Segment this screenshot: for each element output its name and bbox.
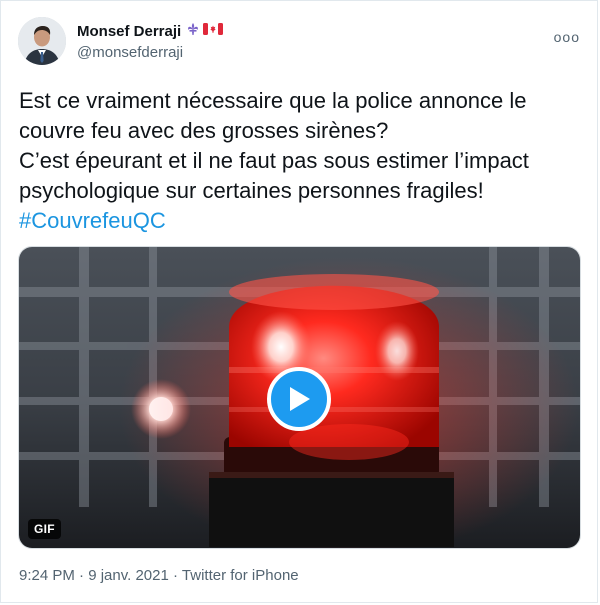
tweet-card: Monsef Derraji @monsefderraji ooo Est ce…: [0, 0, 598, 603]
play-icon: [290, 387, 310, 411]
more-icon: ooo: [553, 29, 580, 45]
tweet-text-line: psychologique sur certaines personnes fr…: [19, 178, 484, 203]
hashtag-link[interactable]: #CouvrefeuQC: [19, 206, 579, 236]
tweet-metadata: 9:24 PM · 9 janv. 2021 · Twitter for iPh…: [19, 567, 299, 584]
tweet-source[interactable]: Twitter for iPhone: [182, 567, 299, 584]
tweet-time[interactable]: 9:24 PM: [19, 567, 75, 584]
fleur-de-lis-flag-icon: [185, 22, 201, 40]
meta-separator: ·: [173, 567, 179, 584]
tweet-text-line: Est ce vraiment nécessaire que la police…: [19, 88, 527, 113]
tweet-text-line: couvre feu avec des grosses sirènes?: [19, 118, 389, 143]
author-name[interactable]: Monsef Derraji: [77, 23, 181, 40]
tweet-date[interactable]: 9 janv. 2021: [88, 567, 169, 584]
author-handle[interactable]: @monsefderraji: [77, 44, 183, 61]
avatar[interactable]: [18, 17, 66, 65]
tweet-text: Est ce vraiment nécessaire que la police…: [19, 86, 579, 236]
gif-badge: GIF: [28, 519, 61, 539]
play-button[interactable]: [267, 367, 331, 431]
canada-flag-icon: [203, 22, 224, 40]
meta-separator: ·: [79, 567, 85, 584]
gif-media[interactable]: GIF: [18, 246, 581, 549]
tweet-text-line: C’est épeurant et il ne faut pas sous es…: [19, 148, 529, 173]
author-name-row[interactable]: Monsef Derraji: [77, 22, 224, 40]
more-options-button[interactable]: ooo: [554, 29, 580, 45]
